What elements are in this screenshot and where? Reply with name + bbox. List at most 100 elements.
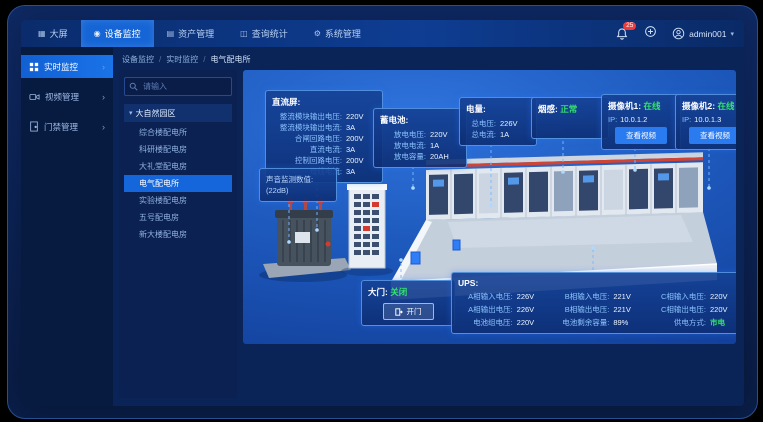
field-value: 220V <box>710 291 736 302</box>
chevron-right-icon: › <box>102 92 105 102</box>
tree-item[interactable]: 科研楼配电房 <box>124 141 232 158</box>
open-door-button[interactable]: 开门 <box>383 303 434 320</box>
screen-background: ▦ 大屏 ◉ 设备监控 ▤ 资产管理 ◫ 查询统计 <box>0 0 763 422</box>
door-icon <box>29 121 39 132</box>
video-camera-icon <box>29 92 40 102</box>
nav-item-statistics[interactable]: ◫ 查询统计 <box>227 20 301 47</box>
app-window: ▦ 大屏 ◉ 设备监控 ▤ 资产管理 ◫ 查询统计 <box>21 20 744 406</box>
sensor-box <box>453 240 460 250</box>
field-label: 整流模块输出电流: <box>272 122 342 133</box>
smoke-sensor-panel: 烟感: 正常 <box>531 97 609 139</box>
sidebar-item-access[interactable]: 门禁管理 › <box>21 115 113 138</box>
sidebar-label: 门禁管理 <box>44 121 78 133</box>
avatar <box>672 27 685 40</box>
field-label: 放电电压: <box>380 129 426 140</box>
open-door-label: 开门 <box>407 306 422 317</box>
nav-label: 设备监控 <box>105 27 141 40</box>
ip-label: IP: <box>682 115 691 124</box>
panel-title: 蓄电池: <box>380 114 460 126</box>
field-value: 221V <box>613 291 639 302</box>
breadcrumb: 设备监控 / 实时监控 / 电气配电所 <box>119 52 736 67</box>
search-icon <box>129 82 138 91</box>
field-value: 1A <box>500 129 530 140</box>
nav-item-bigscreen[interactable]: ▦ 大屏 <box>25 20 81 47</box>
field-value: 3A <box>346 144 376 155</box>
smoke-status: 正常 <box>560 104 577 114</box>
nav-item-device-monitor[interactable]: ◉ 设备监控 <box>81 20 154 47</box>
tree-item[interactable]: 五号配电房 <box>124 209 232 226</box>
field-value: 221V <box>613 304 639 315</box>
top-nav-bar: ▦ 大屏 ◉ 设备监控 ▤ 资产管理 ◫ 查询统计 <box>21 20 744 47</box>
panel-title: 直流屏: <box>272 96 376 108</box>
top-right-actions: 25 admin001 ▾ <box>615 25 734 43</box>
breadcrumb-separator: / <box>159 55 161 64</box>
access-control-box <box>411 252 420 264</box>
field-value: 20AH <box>430 151 460 162</box>
sound-label: 声音监测数值: <box>266 174 330 185</box>
tree-search-input[interactable] <box>141 81 227 92</box>
caret-down-icon: ▾ <box>129 109 133 117</box>
sidebar-item-realtime[interactable]: 实时监控 › <box>21 55 113 78</box>
field-value: 220V <box>430 129 460 140</box>
asset-icon: ▤ <box>167 29 175 38</box>
field-value: 200V <box>346 155 376 166</box>
field-label: 总电压: <box>466 118 496 129</box>
username: admin001 <box>689 29 726 39</box>
field-value: 220V <box>710 304 736 315</box>
field-value: 226V <box>517 304 543 315</box>
nav-item-system[interactable]: ⚙ 系统管理 <box>301 20 374 47</box>
ups-panel: UPS: A相输入电压:226V B相输入电压:221V C相输入电压:220V… <box>451 272 736 334</box>
field-label: 合闸回路电压: <box>272 133 342 144</box>
tree-item[interactable]: 大礼堂配电房 <box>124 158 232 175</box>
monitor-icon: ◉ <box>94 29 101 38</box>
battery-panel: 蓄电池: 放电电压:220V 放电电流:1A 放电容量:20AH <box>373 108 467 168</box>
fullscreen-icon[interactable] <box>644 25 657 43</box>
breadcrumb-item[interactable]: 设备监控 <box>122 54 154 65</box>
nav-label: 大屏 <box>50 27 68 40</box>
breadcrumb-item[interactable]: 实时监控 <box>166 54 198 65</box>
power-panel: 电量: 总电压:226V 总电流:1A <box>459 97 537 146</box>
chevron-right-icon: › <box>102 62 105 72</box>
transformer <box>259 198 351 282</box>
field-value: 3A <box>346 122 376 133</box>
door-panel: 大门: 关闭 开门 <box>361 280 455 326</box>
tree-item[interactable]: 综合楼配电所 <box>124 124 232 141</box>
chevron-down-icon: ▾ <box>730 30 734 38</box>
user-menu[interactable]: admin001 ▾ <box>672 27 734 40</box>
sound-value: (22dB) <box>266 185 330 196</box>
notification-bell-icon[interactable]: 25 <box>615 27 629 41</box>
camera1-panel: 摄像机1: 在线 IP:10.0.1.2 查看视频 <box>601 94 681 150</box>
chevron-right-icon: › <box>102 122 105 132</box>
view-video-button[interactable]: 查看视频 <box>689 127 736 144</box>
field-label: 供电方式: <box>651 317 706 328</box>
nav-label: 系统管理 <box>325 27 361 40</box>
field-label: A相输出电压: <box>458 304 513 315</box>
breadcrumb-separator: / <box>203 55 205 64</box>
panel-title: 摄像机1: <box>608 101 641 111</box>
field-label: 总电流: <box>466 129 496 140</box>
tree-item-selected[interactable]: 电气配电所 <box>124 175 232 192</box>
gear-icon: ⚙ <box>314 29 321 38</box>
field-value: 226V <box>517 291 543 302</box>
nav-item-assets[interactable]: ▤ 资产管理 <box>154 20 228 47</box>
sidebar-item-video[interactable]: 视频管理 › <box>21 85 113 108</box>
tree-item[interactable]: 新大楼配电房 <box>124 226 232 243</box>
module-cabinet <box>341 184 393 276</box>
tree-root-node[interactable]: ▾ 大自然园区 <box>124 104 232 122</box>
room-3d-panel: 直流屏: 整流模块输出电压:220V 整流模块输出电流:3A 合闸回路电压:20… <box>243 70 736 344</box>
breadcrumb-item-current: 电气配电所 <box>210 54 250 65</box>
main-nav: ▦ 大屏 ◉ 设备监控 ▤ 资产管理 ◫ 查询统计 <box>25 20 374 47</box>
panel-title: 电量: <box>466 103 530 115</box>
field-label: 放电电流: <box>380 140 426 151</box>
supply-mode-value: 市电 <box>710 317 736 328</box>
content-area: 设备监控 / 实时监控 / 电气配电所 <box>113 47 744 406</box>
view-video-button[interactable]: 查看视频 <box>615 127 667 144</box>
left-sidebar: 实时监控 › 视频管理 › 门禁管理 <box>21 47 113 406</box>
field-label: B相输出电压: <box>555 304 610 315</box>
field-label: 电池组电压: <box>458 317 513 328</box>
nav-label: 资产管理 <box>178 27 214 40</box>
field-value: 220V <box>346 111 376 122</box>
field-value: 3A <box>346 166 376 177</box>
tree-item[interactable]: 实验楼配电房 <box>124 192 232 209</box>
camera2-status: 在线 <box>717 101 734 111</box>
